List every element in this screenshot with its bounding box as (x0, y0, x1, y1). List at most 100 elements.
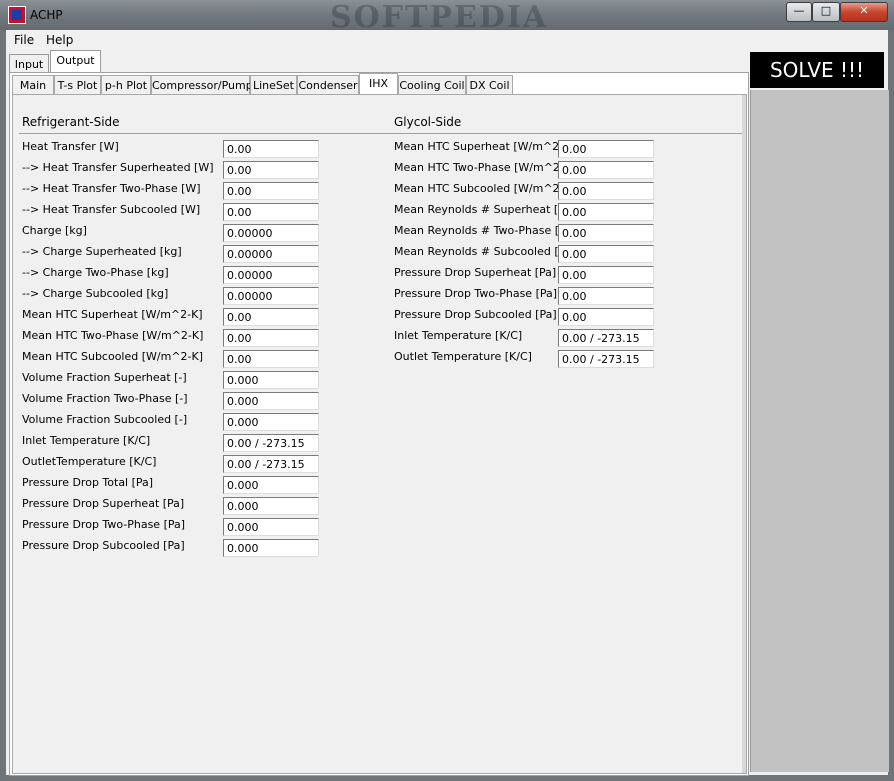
minimize-button[interactable]: — (786, 2, 812, 22)
tab-label: T-s Plot (57, 79, 98, 92)
maximize-button[interactable]: □ (812, 2, 840, 22)
tab-p-h-plot[interactable]: p-h Plot (101, 75, 151, 94)
maximize-icon: □ (820, 4, 832, 17)
tab-label: Condenser (298, 79, 358, 92)
refrigerant-row-label: Charge [kg] (22, 224, 87, 237)
tab-label: Cooling Coil (399, 79, 465, 92)
refrigerant-value-field[interactable]: 0.00000 (223, 287, 319, 305)
inner-tab-strip: Main T-s Plot p-h Plot Compressor/Pump LineS… (12, 73, 742, 95)
refrigerant-value-field[interactable]: 0.00 (223, 182, 319, 200)
tab-label: p-h Plot (104, 79, 148, 92)
solve-button[interactable]: SOLVE !!! (750, 52, 884, 88)
glycol-value-field[interactable]: 0.00 (558, 161, 654, 179)
client-area: File Help Input Output SOLVE !!! Main T-s… (6, 30, 889, 776)
refrigerant-value-field[interactable]: 0.000 (223, 371, 319, 389)
close-icon: ✕ (859, 4, 869, 17)
glycol-value-field[interactable]: 0.00 (558, 182, 654, 200)
refrigerant-row-label: --> Charge Two-Phase [kg] (22, 266, 169, 279)
refrigerant-row-label: Pressure Drop Two-Phase [Pa] (22, 518, 186, 531)
refrigerant-value-field[interactable]: 0.00 (223, 350, 319, 368)
tab-t-s-plot[interactable]: T-s Plot (54, 75, 101, 94)
glycol-row-label: Mean Reynolds # Superheat [-] (394, 203, 567, 216)
glycol-value-field[interactable]: 0.00 (558, 308, 654, 326)
refrigerant-row-label: Volume Fraction Superheat [-] (22, 371, 187, 384)
section-divider (19, 133, 745, 134)
refrigerant-row-label: OutletTemperature [K/C] (22, 455, 157, 468)
refrigerant-row-label: Volume Fraction Two-Phase [-] (22, 392, 188, 405)
refrigerant-row-label: Mean HTC Subcooled [W/m^2-K] (22, 350, 204, 363)
glycol-row-label: Mean HTC Superheat [W/m^2-K] (394, 140, 575, 153)
tab-compressor-pump[interactable]: Compressor/Pump (151, 75, 253, 94)
refrigerant-row-label: --> Heat Transfer Superheated [W] (22, 161, 214, 174)
refrigerant-side-title: Refrigerant-Side (22, 115, 120, 129)
refrigerant-value-field[interactable]: 0.000 (223, 392, 319, 410)
menu-file[interactable]: File (14, 33, 34, 47)
refrigerant-value-field[interactable]: 0.00 / -273.15 (223, 455, 319, 473)
refrigerant-row-label: Pressure Drop Superheat [Pa] (22, 497, 185, 510)
refrigerant-row-label: Heat Transfer [W] (22, 140, 119, 153)
refrigerant-value-field[interactable]: 0.000 (223, 518, 319, 536)
glycol-side-title: Glycol-Side (394, 115, 462, 129)
refrigerant-value-field[interactable]: 0.00000 (223, 245, 319, 263)
tab-label: LineSet (253, 79, 294, 92)
glycol-value-field[interactable]: 0.00 (558, 224, 654, 242)
title-bar[interactable]: ACHP SOFTPEDIA — □ ✕ (0, 0, 894, 35)
menu-help[interactable]: Help (46, 33, 73, 47)
scrollbar[interactable] (742, 95, 746, 773)
tab-output-label: Output (56, 54, 95, 67)
refrigerant-row-label: Pressure Drop Subcooled [Pa] (22, 539, 185, 552)
close-button[interactable]: ✕ (840, 2, 888, 22)
refrigerant-row-label: --> Charge Superheated [kg] (22, 245, 182, 258)
refrigerant-value-field[interactable]: 0.00 (223, 161, 319, 179)
refrigerant-value-field[interactable]: 0.00 (223, 203, 319, 221)
minimize-icon: — (793, 4, 805, 17)
tab-label: Main (19, 79, 47, 92)
ihx-content: Refrigerant-Side Glycol-Side Heat Transf… (12, 94, 747, 774)
glycol-row-label: Inlet Temperature [K/C] (394, 329, 523, 342)
refrigerant-value-field[interactable]: 0.00 (223, 308, 319, 326)
glycol-row-label: Pressure Drop Subcooled [Pa] (394, 308, 557, 321)
refrigerant-row-label: Mean HTC Two-Phase [W/m^2-K] (22, 329, 204, 342)
tab-input-label: Input (14, 58, 44, 71)
glycol-row-label: Mean HTC Two-Phase [W/m^2-K] (394, 161, 576, 174)
glycol-value-field[interactable]: 0.00 (558, 140, 654, 158)
tab-input[interactable]: Input (9, 54, 49, 72)
glycol-value-field[interactable]: 0.00 / -273.15 (558, 329, 654, 347)
refrigerant-row-label: Pressure Drop Total [Pa] (22, 476, 154, 489)
tab-cooling-coil[interactable]: Cooling Coil (398, 75, 466, 94)
glycol-row-label: Mean HTC Subcooled [W/m^2-K] (394, 182, 576, 195)
tab-main[interactable]: Main (12, 75, 54, 94)
tab-label: DX Coil (469, 79, 510, 92)
refrigerant-value-field[interactable]: 0.00 (223, 329, 319, 347)
refrigerant-value-field[interactable]: 0.000 (223, 476, 319, 494)
glycol-row-label: Outlet Temperature [K/C] (394, 350, 532, 363)
refrigerant-value-field[interactable]: 0.000 (223, 539, 319, 557)
refrigerant-row-label: Mean HTC Superheat [W/m^2-K] (22, 308, 203, 321)
glycol-value-field[interactable]: 0.00 / -273.15 (558, 350, 654, 368)
refrigerant-value-field[interactable]: 0.000 (223, 413, 319, 431)
glycol-row-label: Mean Reynolds # Subcooled [-] (394, 245, 567, 258)
tab-lineset[interactable]: LineSet (250, 75, 297, 94)
tab-label: Compressor/Pump (152, 79, 253, 92)
refrigerant-value-field[interactable]: 0.00 / -273.15 (223, 434, 319, 452)
refrigerant-value-field[interactable]: 0.00 (223, 140, 319, 158)
refrigerant-value-field[interactable]: 0.000 (223, 497, 319, 515)
app-window: ACHP SOFTPEDIA — □ ✕ File Help Input Out… (0, 0, 894, 781)
tab-ihx[interactable]: IHX (359, 73, 398, 95)
right-pane (750, 90, 889, 772)
glycol-value-field[interactable]: 0.00 (558, 266, 654, 284)
glycol-value-field[interactable]: 0.00 (558, 203, 654, 221)
tab-condenser[interactable]: Condenser (297, 75, 359, 94)
refrigerant-row-label: --> Heat Transfer Subcooled [W] (22, 203, 201, 216)
tab-output[interactable]: Output (50, 50, 101, 73)
glycol-row-label: Pressure Drop Two-Phase [Pa] (394, 287, 558, 300)
glycol-row-label: Mean Reynolds # Two-Phase [-] (394, 224, 568, 237)
refrigerant-row-label: --> Heat Transfer Two-Phase [W] (22, 182, 201, 195)
glycol-value-field[interactable]: 0.00 (558, 287, 654, 305)
refrigerant-value-field[interactable]: 0.00000 (223, 266, 319, 284)
refrigerant-value-field[interactable]: 0.00000 (223, 224, 319, 242)
tab-label: IHX (368, 77, 389, 90)
tab-dx-coil[interactable]: DX Coil (466, 75, 513, 94)
refrigerant-row-label: --> Charge Subcooled [kg] (22, 287, 169, 300)
glycol-value-field[interactable]: 0.00 (558, 245, 654, 263)
